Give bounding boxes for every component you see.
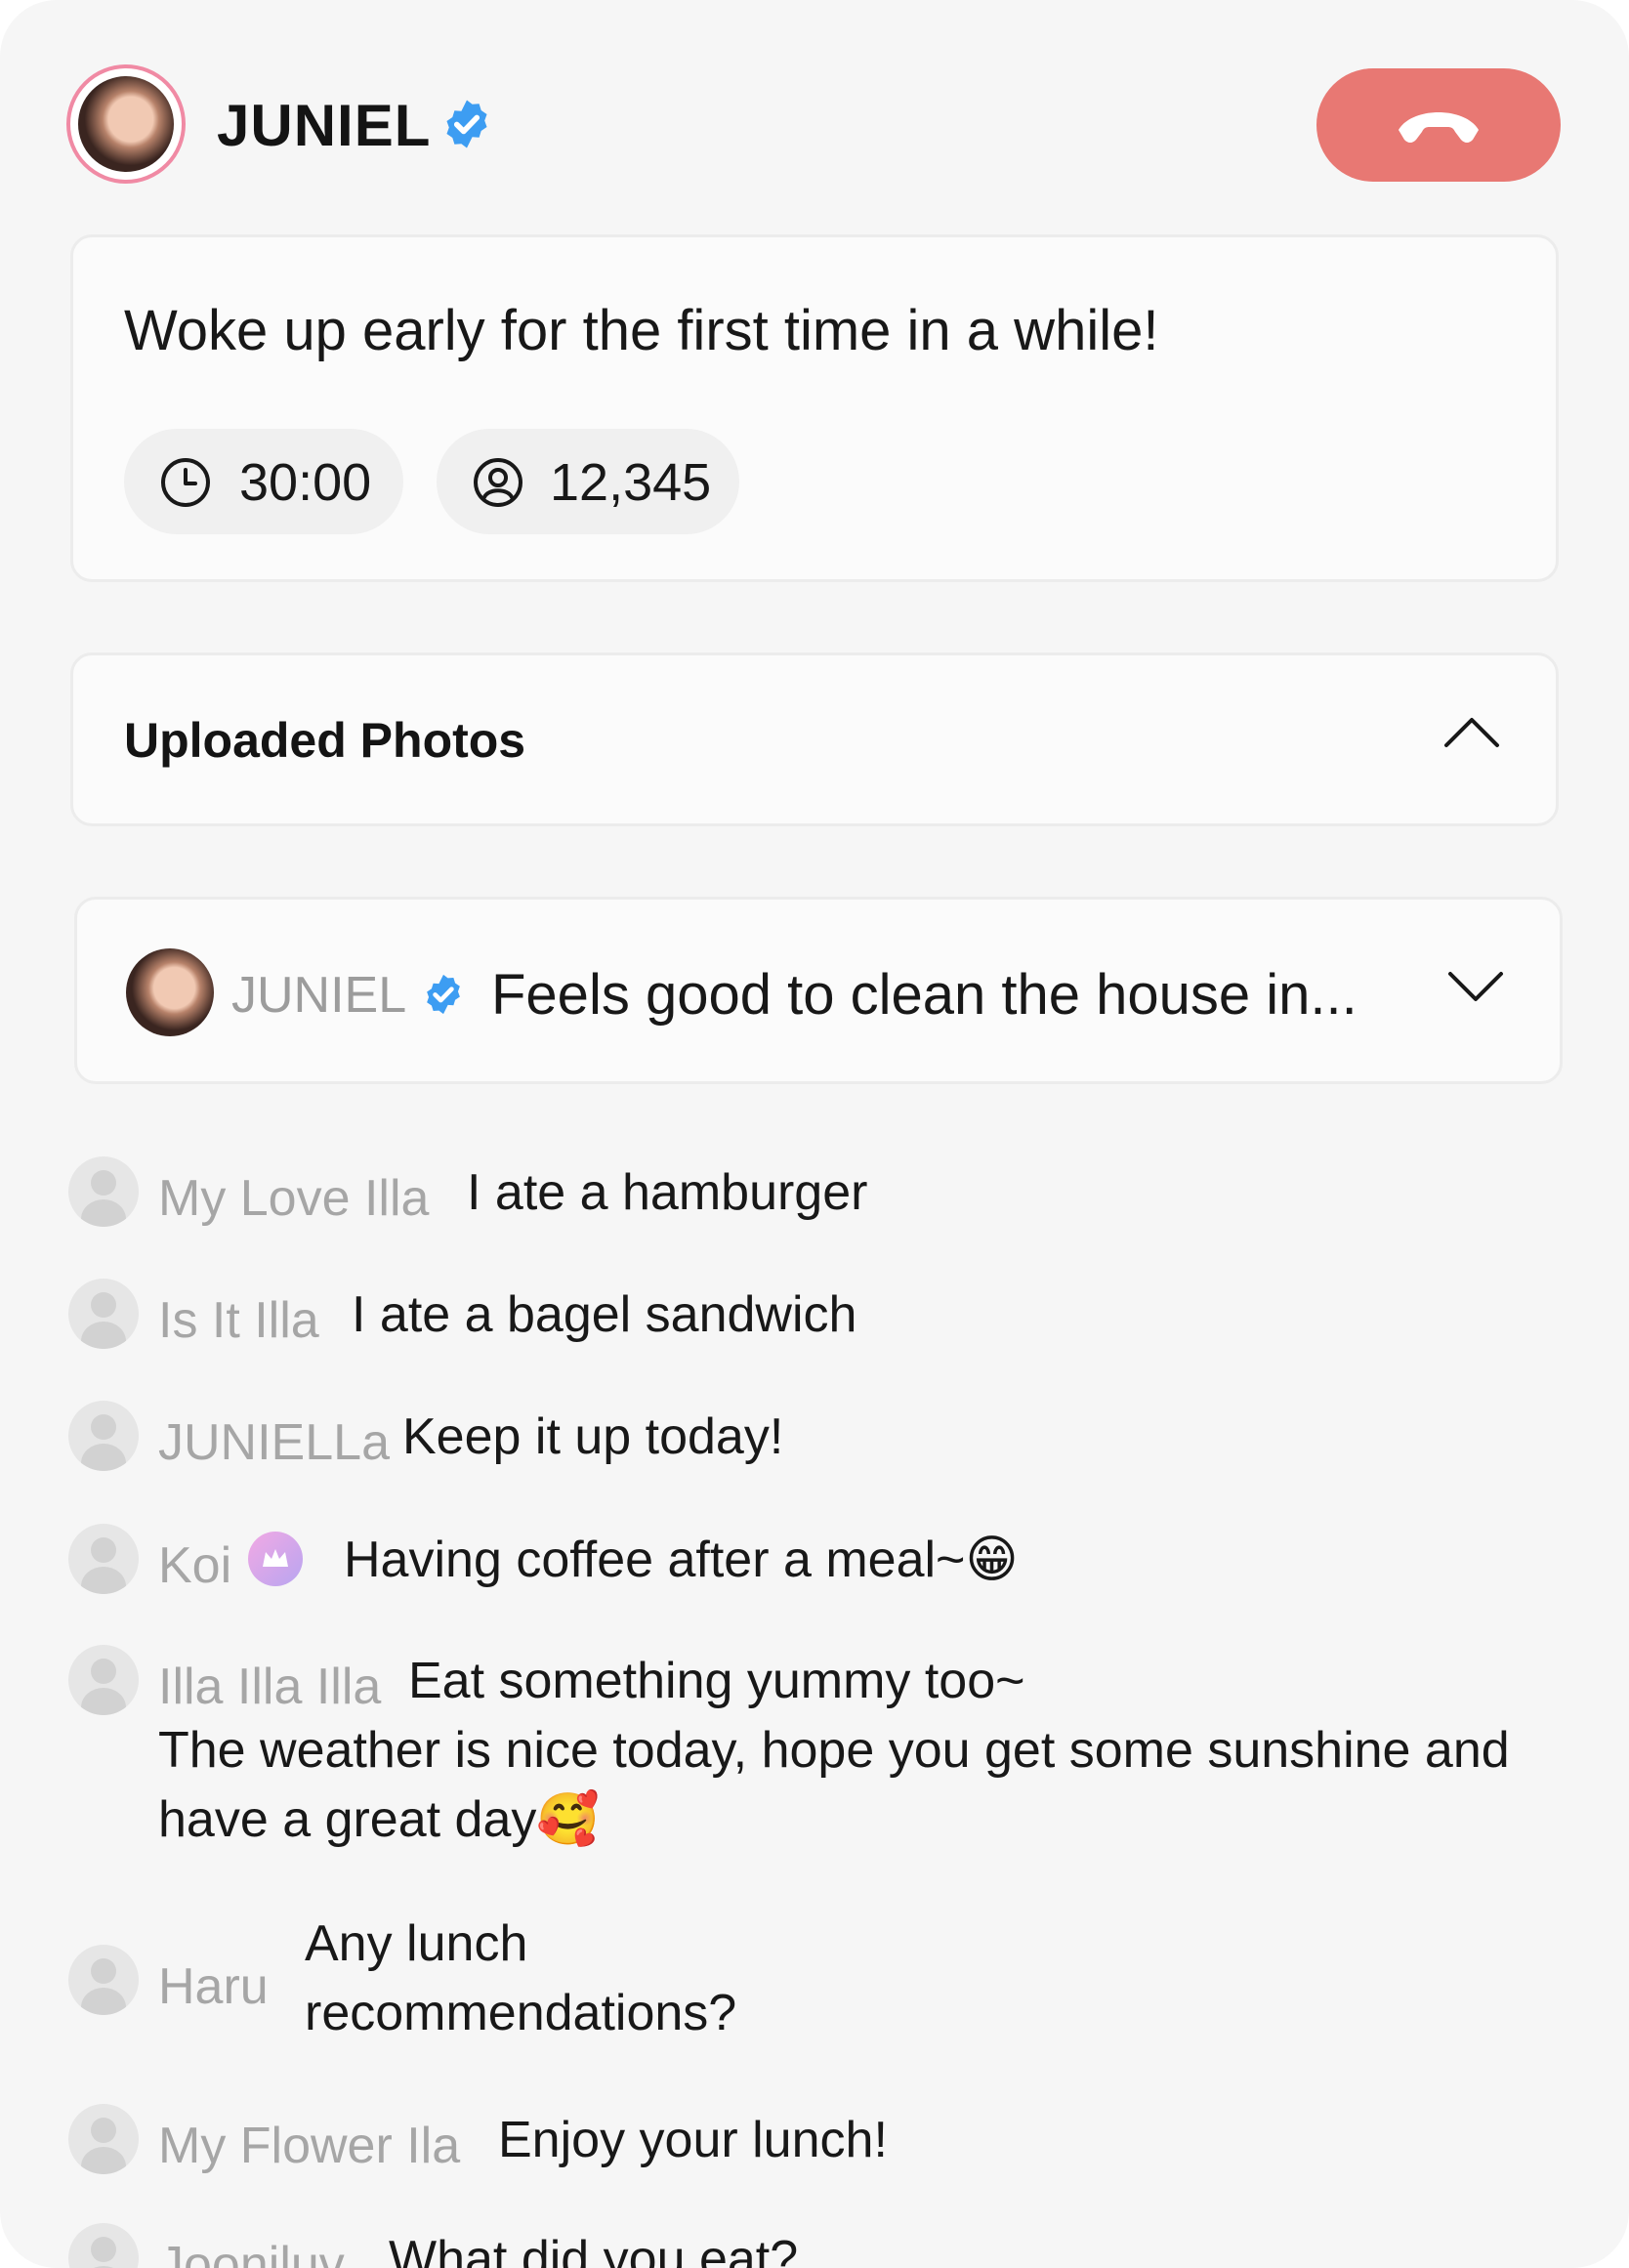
- status-card: Woke up early for the first time in a wh…: [70, 234, 1559, 582]
- end-call-button[interactable]: [1316, 68, 1561, 182]
- avatar: [68, 1524, 139, 1594]
- chat-username: My Flower Ila: [158, 2118, 461, 2174]
- chat-username: Is It Illa: [158, 1292, 319, 1349]
- timer-value: 30:00: [239, 453, 372, 512]
- host-avatar[interactable]: [66, 64, 186, 184]
- pinned-message[interactable]: JUNIEL Feels good to clean the house in.…: [74, 897, 1563, 1084]
- avatar: [68, 1645, 139, 1715]
- avatar: [68, 2104, 139, 2174]
- verified-badge-icon: [427, 974, 460, 1015]
- pinned-avatar: [126, 948, 214, 1036]
- chat-username: JUNIELLa: [158, 1414, 390, 1471]
- user-circle-icon: [474, 458, 522, 507]
- uploaded-photos-title: Uploaded Photos: [124, 713, 526, 768]
- chevron-down-icon[interactable]: [1446, 968, 1505, 1003]
- chat-username: Illa Illa Illa: [158, 1659, 382, 1715]
- chat-text: Enjoy your lunch!: [498, 2112, 888, 2168]
- chat-username: Jooniluv: [158, 2237, 345, 2268]
- header: JUNIEL: [66, 64, 1561, 191]
- phone-hangup-icon: [1399, 112, 1479, 143]
- chat-text-line: The weather is nice today, hope you get …: [158, 1722, 1510, 1779]
- chat-text: Keep it up today!: [402, 1408, 784, 1465]
- chat-username: Koi: [158, 1537, 232, 1594]
- avatar: [68, 2223, 139, 2268]
- pinned-text: Feels good to clean the house in...: [491, 963, 1358, 1027]
- chat-text-line: have a great day🥰: [158, 1791, 601, 1848]
- avatar: [68, 1279, 139, 1349]
- chat-text: Eat something yummy too~: [408, 1653, 1025, 1709]
- crown-icon: [248, 1532, 303, 1586]
- chat-text: Having coffee after a meal~😁: [344, 1532, 1019, 1588]
- chevron-up-icon[interactable]: [1442, 714, 1501, 749]
- chat-text: I ate a bagel sandwich: [352, 1286, 857, 1343]
- pinned-author: JUNIEL: [231, 967, 407, 1024]
- viewer-count: 12,345: [550, 453, 712, 512]
- avatar: [68, 1945, 139, 2015]
- host-avatar-image: [78, 76, 174, 172]
- viewers-pill: 12,345: [437, 429, 739, 534]
- avatar: [68, 1156, 139, 1227]
- live-chat-screen: JUNIEL Woke up early for the first time …: [0, 0, 1629, 2268]
- chat-username: Haru: [158, 1958, 269, 2015]
- timer-pill: 30:00: [124, 429, 403, 534]
- avatar: [68, 1401, 139, 1471]
- clock-icon: [161, 458, 210, 507]
- chat-text: I ate a hamburger: [467, 1164, 868, 1221]
- chat-text: What did you eat?: [389, 2231, 799, 2268]
- chat-text: Any lunch: [305, 1915, 528, 1972]
- host-name: JUNIEL: [217, 93, 432, 158]
- verified-badge-icon: [446, 100, 487, 148]
- status-message: Woke up early for the first time in a wh…: [124, 299, 1159, 362]
- uploaded-photos-section[interactable]: Uploaded Photos: [70, 652, 1559, 826]
- chat-text-line: recommendations?: [305, 1985, 737, 2041]
- chat-username: My Love Illa: [158, 1170, 430, 1227]
